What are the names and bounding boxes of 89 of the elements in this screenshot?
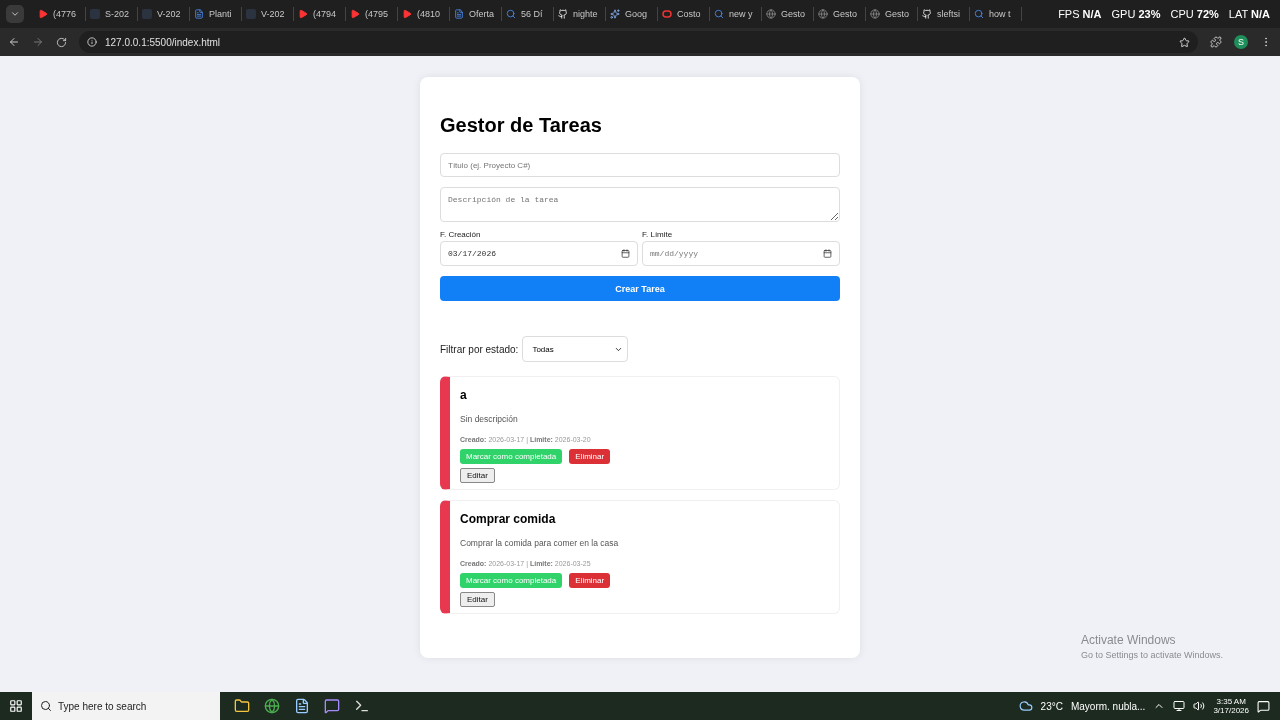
github-icon <box>558 9 568 19</box>
browser-tab[interactable]: sleftsi <box>918 7 970 21</box>
clock-date: 3/17/2026 <box>1213 706 1249 715</box>
browser-tab[interactable]: Oferta <box>450 7 502 21</box>
weather-forecast: Mayorm. nubla... <box>1070 700 1146 712</box>
edit-button[interactable]: Editar <box>460 592 495 607</box>
calendar-icon[interactable] <box>823 249 832 258</box>
browser-tab[interactable]: Goog <box>606 7 658 21</box>
browser-tab[interactable]: Gesto <box>866 7 918 21</box>
reload-icon[interactable] <box>56 36 67 48</box>
calendar-icon[interactable] <box>621 249 630 258</box>
browser-tab[interactable]: S-202 <box>86 7 138 21</box>
edit-button[interactable]: Editar <box>460 468 495 483</box>
taskbar-search[interactable]: Type here to search <box>32 692 220 720</box>
overlay-stat: CPU 72% <box>1170 8 1219 20</box>
overlay-stat: LAT N/A <box>1228 8 1270 20</box>
date-field[interactable]: mm/dd/yyyy <box>642 241 840 266</box>
task-title: Comprar comida <box>460 512 557 526</box>
field-label: F. Creación <box>440 230 482 239</box>
create-task-button[interactable]: Crear Tarea <box>440 276 840 301</box>
chat-icon[interactable] <box>324 698 340 714</box>
browser-tab[interactable]: (4810 <box>398 7 450 21</box>
date-field[interactable]: 03/17/2026 <box>440 241 638 266</box>
browser-tab[interactable]: V-202 <box>242 7 294 21</box>
page-icon <box>246 9 256 19</box>
weather-temperature: 23°C <box>1040 700 1063 712</box>
browser-tab[interactable]: new y <box>710 7 762 21</box>
weather-icon <box>1018 699 1033 713</box>
search-icon <box>974 9 984 19</box>
browser-tab[interactable]: 56 Dí <box>502 7 554 21</box>
globe-icon <box>766 9 776 19</box>
back-icon[interactable] <box>8 36 20 48</box>
page-icon <box>142 9 152 19</box>
globe-icon <box>870 9 880 19</box>
status-select[interactable]: Todas <box>522 336 629 362</box>
play-icon <box>38 9 48 19</box>
delete-button[interactable]: Eliminar <box>569 573 611 588</box>
bookmark-icon[interactable] <box>1179 36 1190 48</box>
browser-icon[interactable] <box>264 698 280 714</box>
browser-tab[interactable]: how t <box>970 7 1022 21</box>
folder-icon[interactable] <box>234 698 250 714</box>
delete-button[interactable]: Eliminar <box>569 449 611 464</box>
browser-tab[interactable]: (4794 <box>294 7 346 21</box>
network-icon[interactable] <box>1173 700 1186 712</box>
address-bar[interactable]: 127.0.0.1:5500/index.html <box>79 31 1198 53</box>
profile-avatar[interactable]: S <box>1234 35 1248 49</box>
field-label: F. Límite <box>642 230 674 239</box>
task-description: Comprar la comida para comer en la casa <box>460 538 620 548</box>
activation-notice-text: Go to Settings to activate Windows. <box>1080 650 1223 660</box>
ring-icon <box>662 10 672 18</box>
github-icon <box>922 9 932 19</box>
browser-tab[interactable]: nighte <box>554 7 606 21</box>
clock-time: 3:35 AM <box>1216 697 1246 706</box>
browser-tab[interactable]: Costo <box>658 7 710 21</box>
search-icon <box>714 9 724 19</box>
filter-label: Filtrar por estado: <box>440 343 519 355</box>
play-icon <box>298 9 308 19</box>
overlay-stat: GPU 23% <box>1111 8 1161 20</box>
activation-notice-title: Activate Windows <box>1080 633 1177 647</box>
search-icon <box>506 9 516 19</box>
browser-tab[interactable]: Gesto <box>762 7 814 21</box>
info-icon <box>87 37 97 47</box>
sparkle-icon <box>610 9 620 19</box>
browser-tab[interactable]: V-202 <box>138 7 190 21</box>
document-icon <box>454 9 464 19</box>
task-title: a <box>460 388 468 402</box>
chevron-down-icon <box>10 9 20 19</box>
extensions-icon[interactable] <box>1210 36 1222 48</box>
browser-tab[interactable]: (4776 <box>34 7 86 21</box>
search-icon <box>40 700 52 712</box>
volume-icon[interactable] <box>1193 700 1206 712</box>
overlay-stat: FPS N/A <box>1058 8 1102 20</box>
app-title: Gestor de Tareas <box>440 114 603 137</box>
browser-tab[interactable]: Planti <box>190 7 242 21</box>
document-icon <box>194 9 204 19</box>
document-icon[interactable] <box>294 698 310 714</box>
globe-icon <box>818 9 828 19</box>
browser-tab[interactable]: Gesto <box>814 7 866 21</box>
task-description: Sin descripción <box>460 414 519 424</box>
start-icon[interactable] <box>9 699 23 713</box>
notifications-icon[interactable] <box>1257 699 1270 713</box>
title-input[interactable]: Título (ej. Proyecto C#) <box>440 153 840 177</box>
description-input[interactable]: Descripción de la tarea <box>440 187 840 222</box>
browser-tab[interactable]: (4795 <box>346 7 398 21</box>
page-icon <box>90 9 100 19</box>
play-icon <box>350 9 360 19</box>
terminal-icon[interactable] <box>354 698 370 714</box>
play-icon <box>402 9 412 19</box>
tab-list-button[interactable] <box>6 5 24 23</box>
